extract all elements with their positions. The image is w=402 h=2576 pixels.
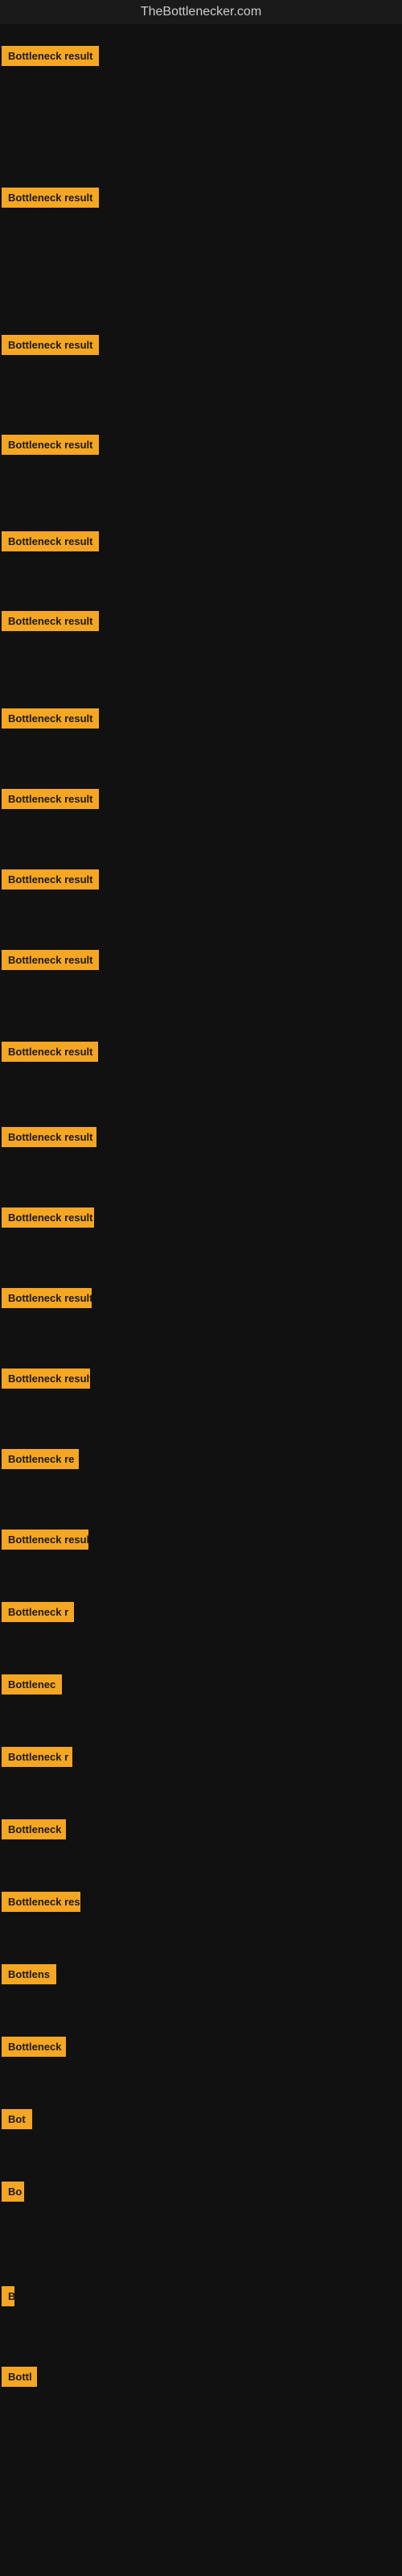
- bottleneck-item: Bottleneck: [2, 2037, 66, 2057]
- bottleneck-item: B: [2, 2286, 14, 2306]
- bottleneck-item: Bottleneck result: [2, 1288, 92, 1308]
- bottleneck-item: Bottleneck r: [2, 1602, 74, 1622]
- bottleneck-item: Bottleneck r: [2, 1747, 72, 1767]
- bottleneck-item: Bottleneck result: [2, 789, 99, 809]
- bottleneck-item: Bottlenec: [2, 1674, 62, 1695]
- bottleneck-item: Bottleneck result: [2, 950, 99, 970]
- bottleneck-item: Bottleneck result: [2, 335, 99, 355]
- bottleneck-item: Bottlens: [2, 1964, 56, 1984]
- bottleneck-item: Bottleneck result: [2, 435, 99, 455]
- bottleneck-item: Bo: [2, 2182, 24, 2202]
- bottleneck-item: Bot: [2, 2109, 32, 2129]
- bottleneck-item: Bottleneck result: [2, 531, 99, 551]
- bottleneck-item: Bottleneck res: [2, 1892, 80, 1912]
- bottleneck-item: Bottleneck result: [2, 611, 99, 631]
- bottleneck-item: Bottleneck result: [2, 46, 99, 66]
- site-title: TheBottlenecker.com: [0, 0, 402, 24]
- bottleneck-item: Bottleneck result: [2, 1368, 90, 1389]
- bottleneck-item: Bottleneck result: [2, 1127, 96, 1147]
- bottleneck-item: Bottleneck result: [2, 1208, 94, 1228]
- bottleneck-item: Bottleneck result: [2, 1042, 98, 1062]
- bottleneck-item: Bottleneck result: [2, 869, 99, 890]
- bottleneck-item: Bottleneck re: [2, 1449, 79, 1469]
- bottleneck-item: Bottl: [2, 2367, 37, 2387]
- bottleneck-item: Bottleneck result: [2, 708, 99, 729]
- bottleneck-item: Bottleneck: [2, 1819, 66, 1839]
- bottleneck-item: Bottleneck result: [2, 1530, 88, 1550]
- bottleneck-item: Bottleneck result: [2, 188, 99, 208]
